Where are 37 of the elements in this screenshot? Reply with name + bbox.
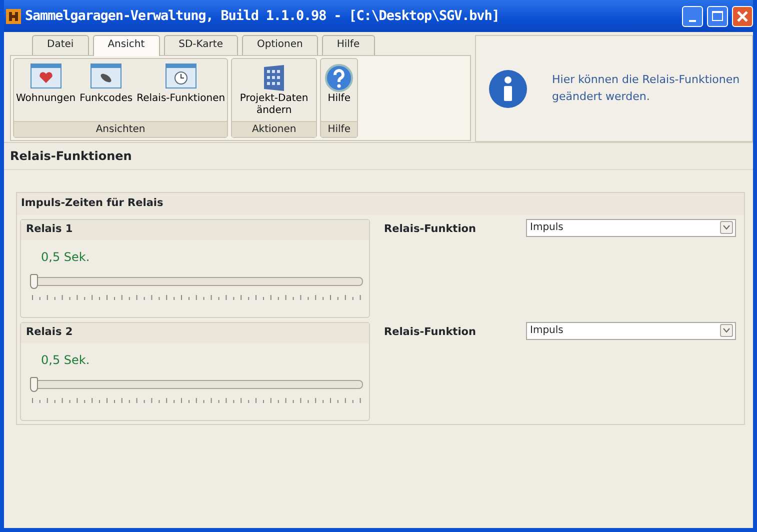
help-icon — [323, 63, 356, 93]
ribbon-tab[interactable]: Datei — [32, 35, 89, 55]
ribbon-button[interactable]: Relais-Funktionen — [134, 59, 228, 121]
close-icon — [737, 10, 748, 22]
ribbon-group-label: Ansichten — [14, 121, 228, 137]
ribbon-tab[interactable]: SD-Karte — [164, 35, 238, 55]
app-logo-icon — [6, 8, 21, 24]
function-dropdown[interactable]: Impuls — [526, 322, 736, 340]
relay-reading: 0,5 Sek. — [40, 248, 91, 266]
ribbon-button[interactable]: Wohnungen — [14, 59, 78, 121]
maximize-button[interactable] — [707, 6, 728, 26]
function-label: Relais-Funktion — [384, 324, 477, 340]
relay-reading: 0,5 Sek. — [40, 352, 91, 368]
relay-title: Relais 2 — [21, 322, 369, 342]
ribbon-group-label: Hilfe — [321, 121, 358, 137]
info-icon — [488, 68, 528, 108]
group-title: Impuls-Zeiten für Relais — [17, 193, 744, 215]
slider[interactable] — [31, 274, 363, 288]
minimize-button[interactable] — [682, 6, 703, 26]
relay-title: Relais 1 — [21, 220, 369, 240]
ribbon-tab[interactable]: Optionen — [242, 35, 318, 55]
ribbon-tab[interactable]: Hilfe — [322, 35, 375, 55]
close-button[interactable] — [732, 6, 753, 26]
dropdown-caret-icon — [720, 221, 733, 234]
dropdown-caret-icon — [720, 324, 733, 338]
info-text: Hier können die Relais-Funktionen geändert werden. — [552, 72, 741, 104]
slider-thumb[interactable] — [30, 376, 38, 392]
function-label: Relais-Funktion — [384, 222, 477, 237]
function-dropdown[interactable]: Impuls — [526, 218, 736, 237]
ribbon-button[interactable]: Projekt-Daten ändern — [232, 59, 316, 121]
window-title: Sammelgaragen-Verwaltung, Build 1.1.0.98 - [C:\Desktop\SGV.bvh] — [25, 6, 500, 26]
slider-thumb[interactable] — [30, 274, 38, 288]
ribbon-group-label: Aktionen — [232, 121, 316, 137]
ribbon-button[interactable]: Hilfe — [321, 59, 358, 121]
slider[interactable] — [31, 376, 363, 392]
ribbon-button[interactable]: Funkcodes — [78, 59, 135, 121]
ribbon-tab[interactable]: Ansicht — [92, 35, 160, 56]
